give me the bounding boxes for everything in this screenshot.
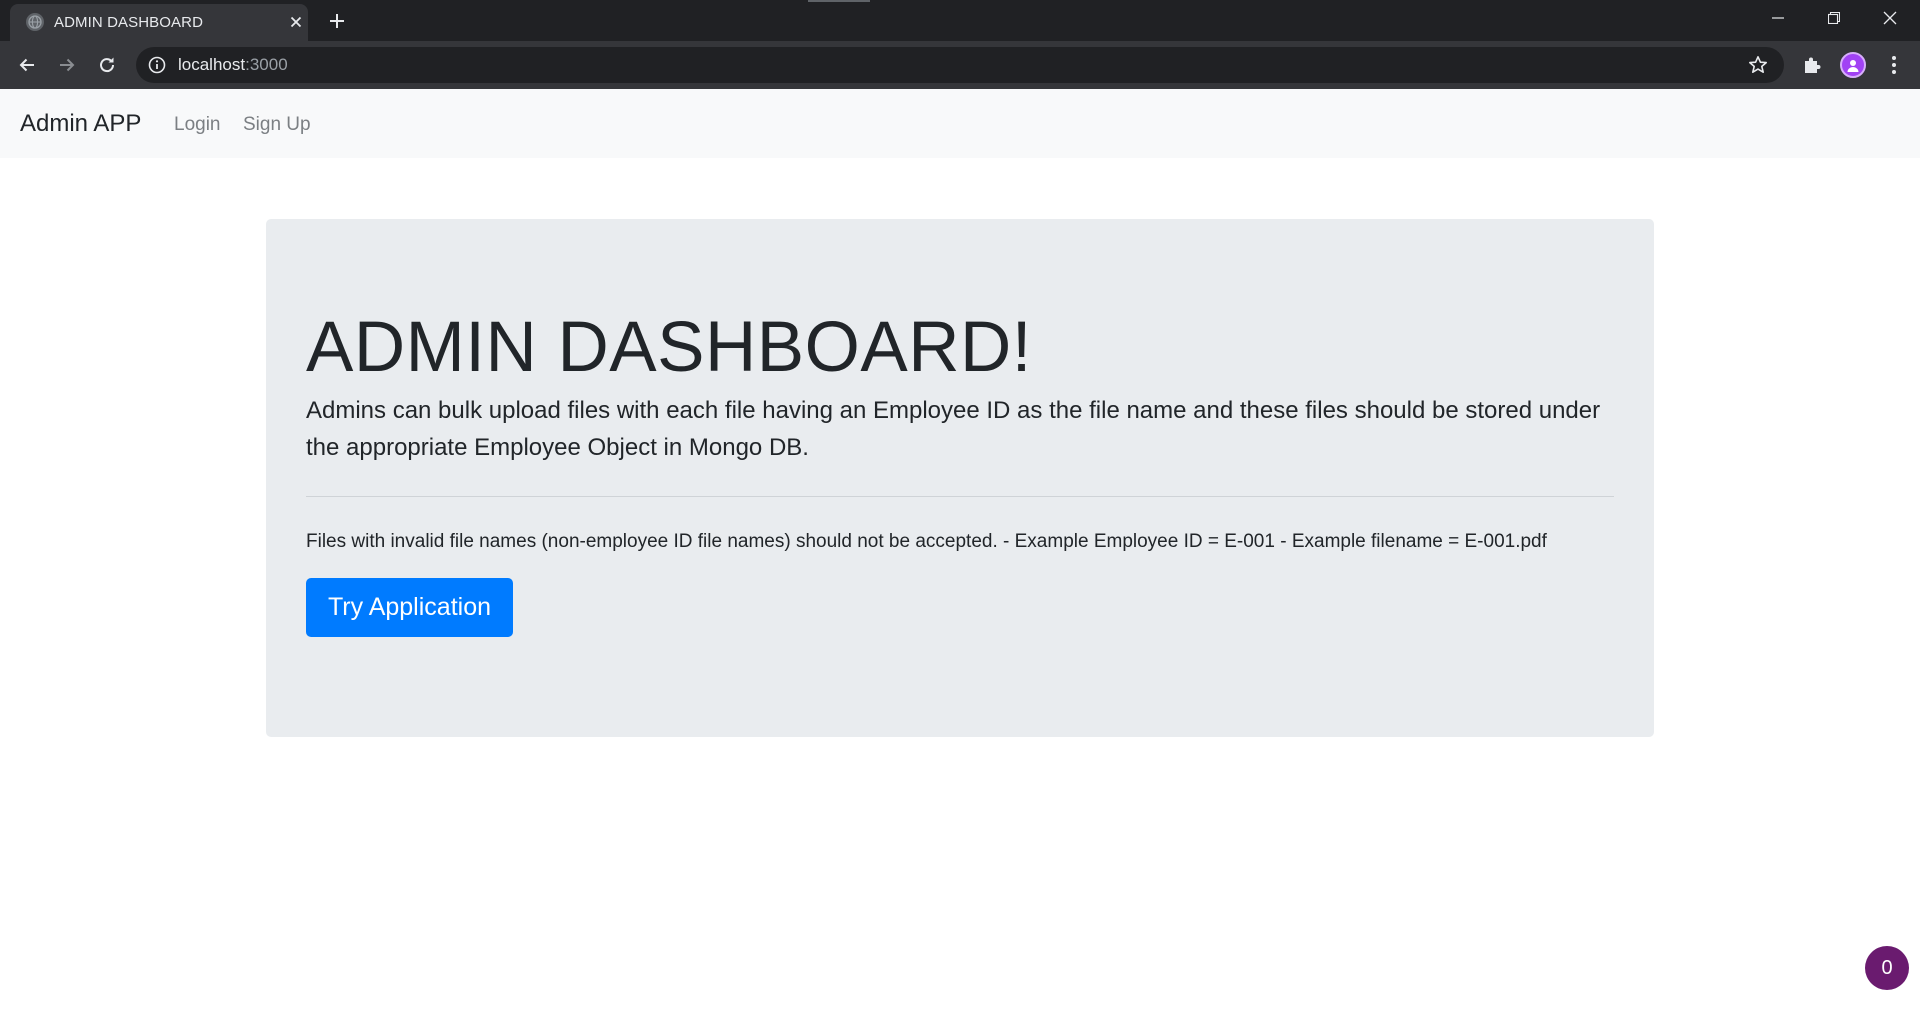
tab-title: ADMIN DASHBOARD xyxy=(54,14,204,31)
forward-button[interactable] xyxy=(51,49,83,81)
plus-icon xyxy=(330,14,344,28)
restore-button[interactable] xyxy=(1806,0,1862,36)
page-title: ADMIN DASHBOARD! xyxy=(306,308,1032,387)
close-icon xyxy=(1883,11,1897,25)
arrow-left-icon xyxy=(19,58,34,72)
info-icon[interactable] xyxy=(148,56,166,74)
reload-button[interactable] xyxy=(91,49,123,81)
navbar-brand[interactable]: Admin APP xyxy=(20,110,141,138)
try-application-button[interactable]: Try Application xyxy=(306,578,513,637)
profile-button[interactable] xyxy=(1837,49,1869,81)
notification-count-badge[interactable]: 0 xyxy=(1865,946,1909,990)
puzzle-icon xyxy=(1805,57,1821,73)
browser-toolbar: localhost:3000 xyxy=(0,41,1920,89)
window-drag-handle[interactable] xyxy=(808,0,870,2)
divider xyxy=(306,496,1614,497)
nav-link-login[interactable]: Login xyxy=(174,114,221,136)
url-host: localhost xyxy=(178,55,246,74)
avatar xyxy=(1840,52,1866,78)
tab-strip: ADMIN DASHBOARD xyxy=(0,0,1920,41)
lead-paragraph: Admins can bulk upload files with each f… xyxy=(306,397,1601,461)
app-navbar: Admin APP Login Sign Up xyxy=(0,89,1920,158)
close-icon[interactable] xyxy=(286,12,306,32)
star-icon[interactable] xyxy=(1748,55,1768,75)
address-bar[interactable]: localhost:3000 xyxy=(136,47,1784,83)
hero-jumbotron: ADMIN DASHBOARD! Admins can bulk upload … xyxy=(266,219,1654,737)
browser-tab-active[interactable]: ADMIN DASHBOARD xyxy=(10,4,308,41)
back-button[interactable] xyxy=(11,49,43,81)
arrow-right-icon xyxy=(60,58,75,72)
new-tab-button[interactable] xyxy=(323,7,351,35)
reload-icon xyxy=(100,57,115,73)
browser-menu-button[interactable] xyxy=(1878,49,1910,81)
minimize-icon xyxy=(1772,17,1784,19)
nav-link-sign-up[interactable]: Sign Up xyxy=(243,114,311,136)
extensions-button[interactable] xyxy=(1796,49,1828,81)
kebab-menu-icon xyxy=(1892,56,1896,74)
window-close-button[interactable] xyxy=(1862,0,1918,36)
description-text: Files with invalid file names (non-emplo… xyxy=(306,531,1547,552)
url-text: localhost:3000 xyxy=(178,55,288,75)
restore-icon xyxy=(1828,12,1840,24)
browser-chrome: ADMIN DASHBOARD localhost:3000 xyxy=(0,0,1920,89)
minimize-button[interactable] xyxy=(1750,0,1806,36)
url-port: :3000 xyxy=(245,55,288,74)
profile-icon xyxy=(1847,60,1859,72)
globe-icon xyxy=(26,13,44,31)
